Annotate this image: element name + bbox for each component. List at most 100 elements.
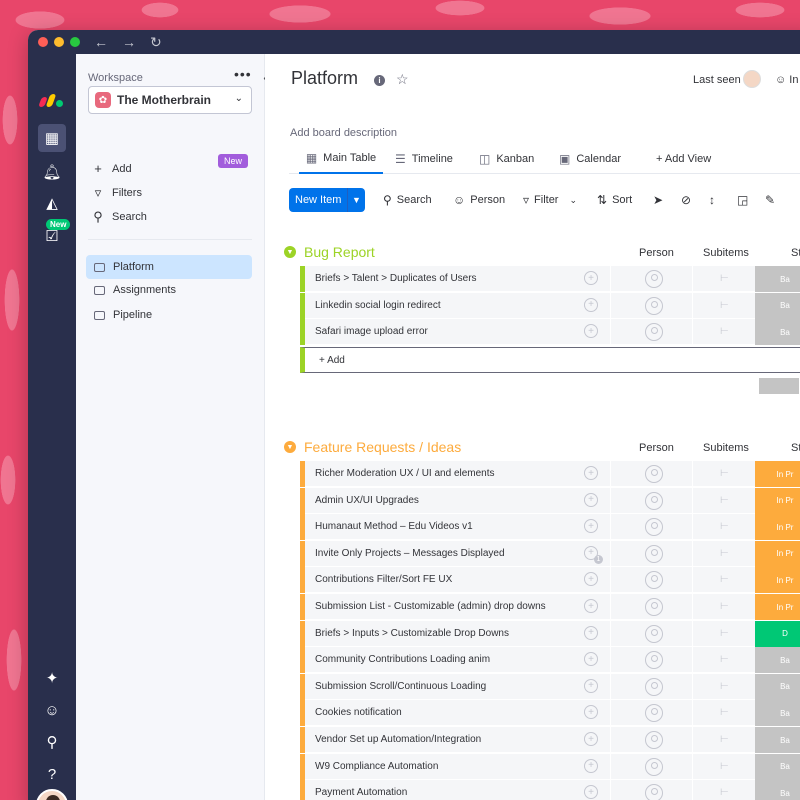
workspace-more-icon[interactable]: ••• (234, 66, 252, 82)
column-header-subitems[interactable]: Subitems (703, 247, 749, 259)
filter-button[interactable]: ▿ Filter ⌄ (523, 188, 577, 212)
subitems-icon[interactable]: ⊢ (720, 495, 729, 506)
status-cell[interactable]: Ba (755, 753, 800, 780)
status-cell[interactable]: Ba (755, 727, 800, 753)
item-name[interactable]: Invite Only Projects – Messages Displaye… (315, 548, 505, 559)
person-cell-icon[interactable] (645, 598, 663, 616)
reload-icon[interactable]: ↻ (150, 34, 162, 51)
table-row[interactable]: Humanaut Method – Edu Videos v1 + ⊢ In Pr (300, 514, 800, 541)
person-filter-button[interactable]: ☺ Person (453, 188, 505, 212)
item-name[interactable]: Contributions Filter/Sort FE UX (315, 574, 452, 585)
item-name[interactable]: W9 Compliance Automation (315, 761, 438, 772)
item-name[interactable]: Payment Automation (315, 787, 407, 798)
column-header-subitems[interactable]: Subitems (703, 442, 749, 454)
table-row[interactable]: Briefs > Talent > Duplicates of Users + ⊢ B… (300, 266, 800, 292)
subitems-icon[interactable]: ⊢ (720, 707, 729, 718)
subitems-icon[interactable]: ⊢ (720, 734, 729, 745)
add-update-icon[interactable]: + (584, 271, 598, 285)
table-row[interactable]: Submission List - Customizable (admin) d… (300, 594, 800, 620)
user-avatar[interactable] (36, 789, 68, 800)
table-row[interactable]: W9 Compliance Automation + ⊢ Ba (300, 753, 800, 780)
item-name[interactable]: Safari image upload error (315, 326, 428, 337)
subitems-icon[interactable]: ⊢ (720, 574, 729, 585)
add-update-icon[interactable]: + (584, 519, 598, 534)
hide-icon[interactable]: ⊘ (681, 188, 691, 212)
person-cell-icon[interactable] (645, 544, 663, 563)
status-cell[interactable]: In Pr (755, 567, 800, 594)
add-user-icon[interactable]: ☺ (38, 696, 66, 724)
person-cell-icon[interactable] (645, 784, 663, 800)
table-row[interactable]: Richer Moderation UX / UI and elements + ⊢… (300, 461, 800, 487)
item-name[interactable]: Cookies notification (315, 707, 402, 718)
person-cell-icon[interactable] (645, 677, 663, 696)
grid-icon[interactable]: ▦ (38, 124, 66, 152)
color-fill-icon[interactable]: ◲ (737, 188, 748, 212)
add-update-icon[interactable]: + (584, 297, 598, 312)
group-collapse-icon[interactable]: ▼ (284, 441, 296, 453)
person-cell-icon[interactable] (645, 296, 663, 315)
table-row[interactable]: Invite Only Projects – Messages Displaye… (300, 540, 800, 567)
group-collapse-icon[interactable]: ▼ (284, 246, 296, 258)
search-button[interactable]: ⚲ Search (383, 188, 432, 212)
status-cell[interactable]: In Pr (755, 487, 800, 514)
status-cell[interactable]: In Pr (755, 540, 800, 567)
close-window-button[interactable] (38, 37, 48, 47)
subitems-icon[interactable]: ⊢ (720, 601, 729, 612)
table-row[interactable]: Briefs > Inputs > Customizable Drop Down… (300, 620, 800, 647)
subitems-icon[interactable]: ⊢ (720, 628, 729, 639)
column-header-status[interactable]: St (791, 247, 800, 259)
subitems-icon[interactable]: ⊢ (720, 300, 729, 311)
subitems-icon[interactable]: ⊢ (720, 521, 729, 532)
subitems-icon[interactable]: ⊢ (720, 761, 729, 772)
subitems-icon[interactable]: ⊢ (720, 787, 729, 798)
add-update-icon[interactable]: + (584, 466, 598, 480)
person-cell-icon[interactable] (645, 491, 663, 510)
column-header-person[interactable]: Person (639, 247, 674, 259)
chevron-down-icon[interactable]: ⌄ (569, 195, 577, 206)
group-header-feature-requests[interactable]: ▼ Feature Requests / Ideas (284, 437, 461, 457)
tab-add-view[interactable]: + Add View (656, 144, 711, 174)
add-item-row[interactable]: + Add (300, 347, 800, 373)
person-cell-icon[interactable] (645, 624, 663, 643)
sidebar-item-pipeline[interactable]: Pipeline (86, 303, 252, 327)
workspace-search-button[interactable]: ⚲ Search (92, 209, 147, 225)
group-title[interactable]: Feature Requests / Ideas (304, 439, 461, 455)
add-update-icon[interactable]: + (584, 599, 598, 613)
search-icon[interactable]: ⚲ (38, 728, 66, 756)
subitems-icon[interactable]: ⊢ (720, 681, 729, 692)
back-arrow-icon[interactable]: ← (94, 34, 108, 50)
sort-button[interactable]: ⇅ Sort (597, 188, 632, 212)
tab-calendar[interactable]: ▣ Calendar (559, 144, 621, 174)
group-title[interactable]: Bug Report (304, 244, 375, 260)
status-cell[interactable]: In Pr (755, 461, 800, 487)
item-name[interactable]: Submission List - Customizable (admin) d… (315, 601, 546, 612)
sidebar-item-platform[interactable]: Platform (86, 255, 252, 279)
add-update-icon[interactable]: + (584, 732, 598, 746)
status-cell[interactable]: Ba (755, 673, 800, 700)
person-cell-icon[interactable] (645, 704, 663, 723)
status-cell[interactable]: Ba (755, 292, 800, 319)
subitems-icon[interactable]: ⊢ (720, 468, 729, 479)
person-cell-icon[interactable] (645, 571, 663, 590)
add-update-icon[interactable]: + (584, 705, 598, 720)
invite-button[interactable]: ☺ In (775, 74, 798, 86)
table-row[interactable]: Payment Automation + ⊢ Ba (300, 780, 800, 800)
add-update-icon[interactable]: + (584, 625, 598, 640)
status-cell[interactable]: Ba (755, 700, 800, 727)
person-cell-icon[interactable] (645, 323, 663, 342)
edit-icon[interactable]: ✎ (765, 188, 775, 212)
calendar-check-icon[interactable]: ☑ (38, 222, 66, 250)
table-row[interactable]: Linkedin social login redirect + ⊢ Ba (300, 292, 800, 319)
table-row[interactable]: Submission Scroll/Continuous Loading + ⊢ Ba (300, 673, 800, 700)
item-name[interactable]: Linkedin social login redirect (315, 300, 441, 311)
monday-logo-icon[interactable] (38, 94, 63, 107)
table-row[interactable]: Community Contributions Loading anim + ⊢ Ba (300, 647, 800, 674)
status-cell[interactable]: Ba (755, 266, 800, 292)
maximize-window-button[interactable] (70, 37, 80, 47)
status-cell[interactable]: Ba (755, 780, 800, 800)
status-cell[interactable]: In Pr (755, 594, 800, 620)
status-cell[interactable]: In Pr (755, 514, 800, 541)
forward-arrow-icon[interactable]: → (122, 34, 136, 50)
person-cell-icon[interactable] (645, 731, 663, 749)
person-cell-icon[interactable] (645, 651, 663, 670)
